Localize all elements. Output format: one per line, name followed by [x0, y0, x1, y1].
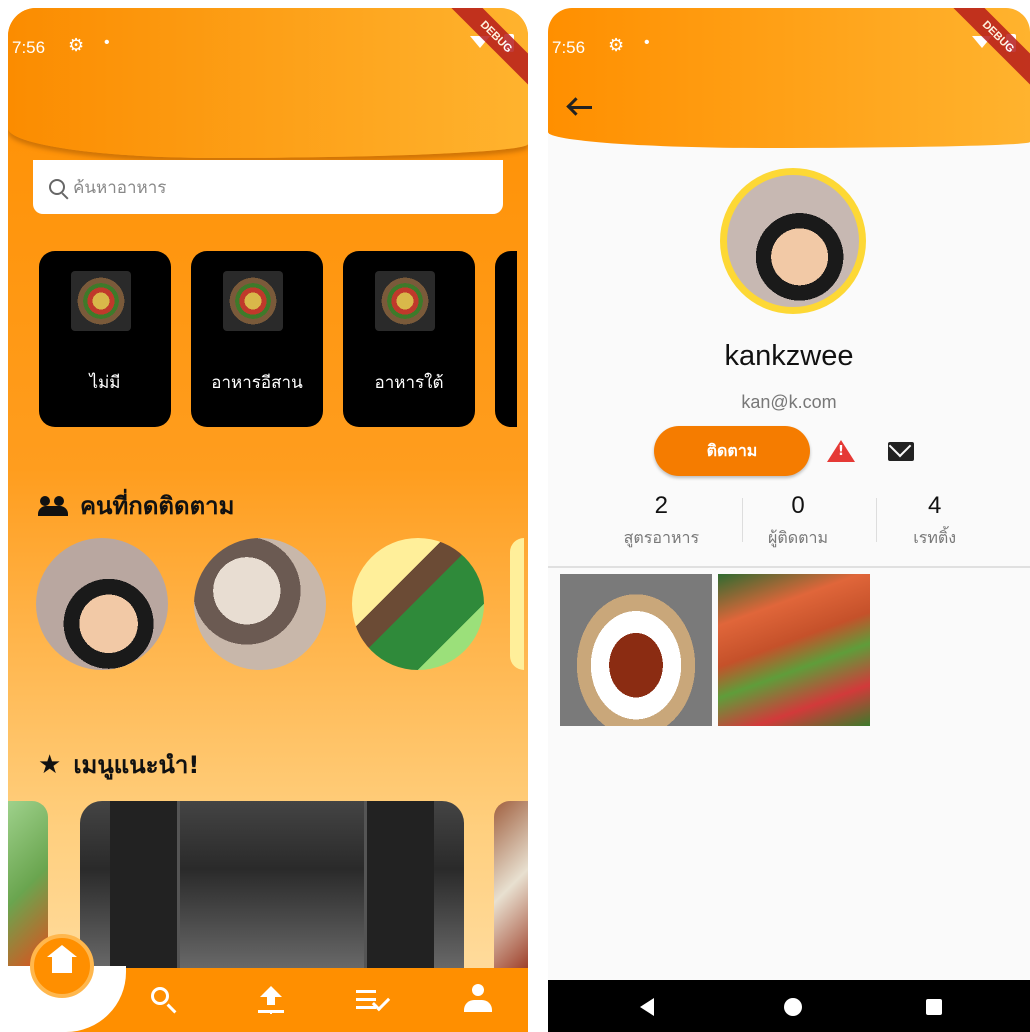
- recommended-title-text: เมนูแนะนำ!: [73, 751, 200, 779]
- category-thumbnail: [223, 271, 283, 331]
- profile-username: kankzwee: [724, 340, 854, 372]
- menu-image-detail: [364, 801, 434, 971]
- recipe-grid: [560, 574, 870, 726]
- recommended-section-title: ★ เมนูแนะนำ!: [38, 745, 199, 784]
- status-time: 7:56: [12, 38, 46, 57]
- avatar[interactable]: [194, 538, 326, 670]
- stat-label: สูตรอาหาร: [623, 528, 700, 547]
- recipe-post[interactable]: [718, 574, 870, 726]
- notification-dot-icon: •: [104, 34, 110, 51]
- stat-value: 0: [791, 492, 805, 519]
- category-label: ไม่มี: [89, 373, 121, 393]
- gear-icon: ⚙: [68, 35, 85, 55]
- mail-icon[interactable]: [888, 442, 914, 461]
- profile-stats: 2 สูตรอาหาร 0 ผู้ติดตาม 4 เรทติ้ง: [593, 492, 1003, 551]
- upload-icon-base: [258, 1010, 284, 1013]
- profile-avatar: [720, 168, 866, 314]
- stat-label: ผู้ติดตาม: [767, 528, 829, 547]
- gear-icon: ⚙: [608, 35, 625, 55]
- home-button[interactable]: [30, 934, 94, 998]
- back-arrow-icon[interactable]: [570, 106, 592, 109]
- avatar[interactable]: [510, 538, 524, 670]
- bottom-nav: [8, 934, 528, 1032]
- category-list: ไม่มี อาหารอีสาน อาหารใต้: [39, 251, 517, 427]
- category-card[interactable]: [495, 251, 517, 427]
- status-bar: 7:56 ⚙ • DEBUG: [548, 8, 1030, 88]
- stat-value: 4: [928, 492, 942, 519]
- following-section-title: คนที่กดติดตาม: [38, 486, 234, 525]
- people-icon: [38, 495, 68, 516]
- stat-label: เรทติ้ง: [913, 528, 957, 547]
- notification-dot-icon: •: [644, 34, 650, 51]
- category-label: อาหารใต้: [374, 373, 444, 393]
- stat-value: 2: [654, 492, 669, 519]
- search-placeholder: ค้นหาอาหาร: [73, 177, 167, 198]
- profile-email: kan@k.com: [741, 392, 837, 412]
- category-card[interactable]: ไม่มี: [39, 251, 171, 427]
- stat-followers: 0 ผู้ติดตาม: [730, 492, 867, 551]
- search-input[interactable]: ค้นหาอาหาร: [33, 160, 503, 214]
- check-icon: [371, 992, 391, 1012]
- person-icon[interactable]: [464, 984, 492, 1014]
- profile-screen: 7:56 ⚙ • DEBUG kankzwee kan@k.com ติดตาม…: [548, 8, 1030, 1032]
- stat-rating: 4 เรทติ้ง: [866, 492, 1003, 551]
- category-thumbnail: [375, 271, 435, 331]
- category-card[interactable]: อาหารใต้: [343, 251, 475, 427]
- category-card[interactable]: อาหารอีสาน: [191, 251, 323, 427]
- system-home-icon[interactable]: [784, 998, 802, 1016]
- system-recents-icon[interactable]: [926, 999, 942, 1015]
- system-nav-bar: [548, 980, 1030, 1032]
- menu-image-detail: [110, 801, 180, 971]
- following-list: [36, 538, 524, 670]
- status-bar: 7:56 ⚙ • DEBUG: [8, 8, 528, 88]
- star-icon: ★: [38, 749, 62, 780]
- stat-recipes: 2 สูตรอาหาร: [593, 492, 730, 551]
- home-screen: 7:56 ⚙ • DEBUG ค้นหาอาหาร ไม่มี อาหารอีส…: [8, 8, 528, 1032]
- section-divider: [548, 566, 1030, 568]
- recipe-post[interactable]: [560, 574, 712, 726]
- avatar[interactable]: [352, 538, 484, 670]
- follow-button[interactable]: ติดตาม: [654, 426, 810, 476]
- search-icon[interactable]: [151, 987, 169, 1005]
- menu-card[interactable]: [494, 801, 528, 971]
- search-icon: [49, 179, 65, 195]
- report-warning-icon[interactable]: !: [827, 440, 855, 462]
- system-back-icon[interactable]: [640, 998, 654, 1016]
- upload-icon[interactable]: [260, 986, 282, 1012]
- checklist-icon[interactable]: [356, 990, 376, 993]
- category-label: อาหารอีสาน: [211, 373, 303, 393]
- avatar[interactable]: [36, 538, 168, 670]
- following-title-text: คนที่กดติดตาม: [80, 492, 235, 520]
- category-thumbnail: [71, 271, 131, 331]
- home-icon: [47, 945, 77, 977]
- stat-divider: [742, 498, 743, 542]
- menu-card[interactable]: [80, 801, 464, 971]
- stat-divider: [876, 498, 877, 542]
- status-time: 7:56: [552, 38, 586, 57]
